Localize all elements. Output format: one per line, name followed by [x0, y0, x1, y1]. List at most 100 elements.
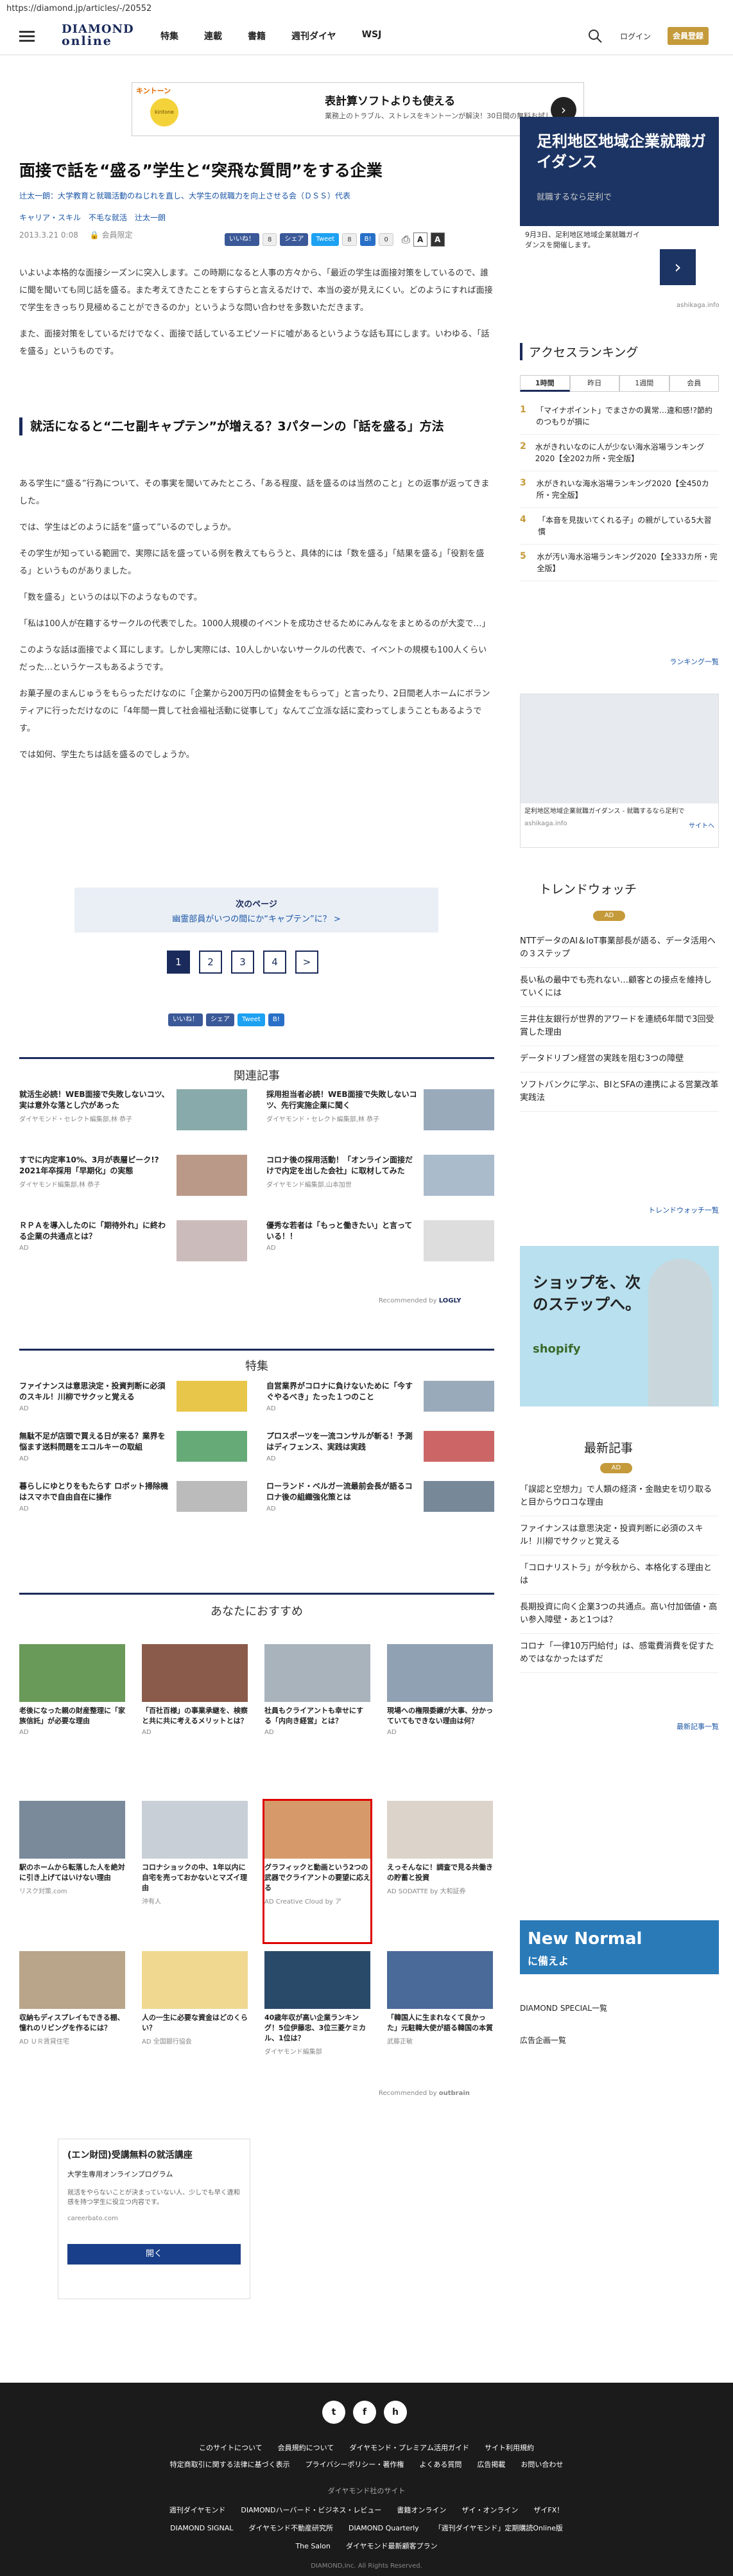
latest-more-link[interactable]: 最新記事一覧	[642, 1721, 719, 1731]
special-title[interactable]: 暮らしにゆとりをもたらす ロボット掃除機はスマホで自由自在に操作	[19, 1481, 171, 1503]
footer-link[interactable]: お問い合わせ	[521, 2460, 563, 2469]
recommend-title[interactable]: 老後になった親の財産整理に「家族信託」が必要な理由	[19, 1706, 125, 1726]
font-size-large-button[interactable]: A	[430, 232, 445, 247]
group-link[interactable]: ダイヤモンド最新顧客プラン	[346, 2542, 438, 2550]
trend-item[interactable]: 長い私の最中でも売れない…顧客との接点を維持していくには	[520, 968, 719, 1007]
diamond-special-link[interactable]: DIAMOND SPECIAL一覧	[520, 2002, 607, 2013]
related-item[interactable]: 優秀な若者は「もっと働きたい」と言っている！！ AD	[266, 1220, 494, 1278]
footer-link[interactable]: ダイヤモンド・プレミアム活用ガイド	[349, 2444, 469, 2452]
register-button[interactable]: 会員登録	[668, 27, 709, 45]
related-title[interactable]: 優秀な若者は「もっと働きたい」と言っている！！	[266, 1220, 418, 1242]
recommend-thumbnail[interactable]	[387, 1644, 493, 1702]
recommend-item[interactable]: 社員もクライアントも幸せにする「内向き経営」とは？ AD	[264, 1644, 370, 1792]
special-thumbnail[interactable]	[424, 1381, 494, 1412]
footer-link[interactable]: このサイトについて	[199, 2444, 263, 2452]
ad-plan-link[interactable]: 広告企画一覧	[520, 2035, 566, 2046]
trend-item[interactable]: NTTデータのAI＆IoT事業部長が語る、データ活用への３ステップ	[520, 929, 719, 968]
trend-item[interactable]: 三井住友銀行が世界的アワードを連続6年間で3回受賞した理由	[520, 1007, 719, 1046]
special-item[interactable]: プロスポーツを一流コンサルが斬る！予測はディフェンス、実践は実践 AD	[266, 1431, 494, 1469]
top-banner-ad[interactable]: キントーン kintone 表計算ソフトよりも使える 業務上のトラブル、ストレス…	[132, 82, 584, 136]
recommend-thumbnail[interactable]	[387, 1801, 493, 1859]
related-item[interactable]: ＲＰＡを導入したのに「期待外れ」に終わる企業の共通点とは？ AD	[19, 1220, 247, 1278]
page-2[interactable]: 2	[199, 951, 222, 974]
recommend-item[interactable]: えっそんなに！調査で見る共働きの貯蓄と投資 AD SODATTE by 大和証券	[387, 1801, 493, 1942]
related-title[interactable]: ＲＰＡを導入したのに「期待外れ」に終わる企業の共通点とは？	[19, 1220, 171, 1242]
page-1[interactable]: 1	[167, 951, 190, 974]
shopify-ad[interactable]: ショップを、次のステップへ。 shopify	[520, 1246, 719, 1406]
recommend-thumbnail[interactable]	[264, 1951, 370, 2009]
font-size-small-button[interactable]: A	[413, 232, 427, 247]
tab-member[interactable]: 会員	[669, 375, 719, 392]
recommend-title[interactable]: 社員もクライアントも幸せにする「内向き経営」とは？	[264, 1706, 370, 1726]
page-4[interactable]: 4	[263, 951, 286, 974]
tweet-button[interactable]: Tweet	[237, 1013, 265, 1026]
rank-title[interactable]: 水が汚い海水浴場ランキング2020【全333カ所・完全版】	[537, 551, 719, 574]
recommend-thumbnail[interactable]	[142, 1951, 248, 2009]
login-link[interactable]: ログイン	[620, 31, 651, 42]
related-title[interactable]: コロナ後の採用活動！「オンライン面接だけで内定を出した会社」に取材してみた	[266, 1155, 418, 1177]
group-link[interactable]: DIAMOND SIGNAL	[170, 2524, 233, 2532]
nav-weekly[interactable]: 週刊ダイヤ	[291, 30, 336, 42]
related-thumbnail[interactable]	[424, 1155, 494, 1196]
facebook-icon[interactable]: f	[353, 2401, 376, 2424]
recommend-title[interactable]: 人の一生に必要な資金はどのくらい？	[142, 2013, 248, 2033]
special-title[interactable]: プロスポーツを一流コンサルが斬る！予測はディフェンス、実践は実践	[266, 1431, 418, 1453]
special-thumbnail[interactable]	[424, 1481, 494, 1512]
facebook-share-button[interactable]: シェア	[206, 1013, 234, 1026]
recommend-item[interactable]: 現場への権限委譲が大事、分かっていてもできない理由は何？ AD	[387, 1644, 493, 1792]
special-title[interactable]: ファイナンスは意思決定・投資判断に必須のスキル！川柳でサクッと覚える	[19, 1381, 171, 1403]
recommend-item[interactable]: 「韓国人に生まれなくて良かった」元駐韓大使が語る韓国の本質 武藤正敏	[387, 1951, 493, 2080]
recommend-item[interactable]: 老後になった親の財産整理に「家族信託」が必要な理由 AD	[19, 1644, 125, 1792]
tab-1hour[interactable]: 1時間	[520, 375, 570, 392]
sidebar-ad-2[interactable]: 足利地区地域企業就職ガイダンス - 就職するなら足利で ashikaga.inf…	[520, 694, 719, 848]
recommend-item[interactable]: コロナショックの中、1年以内に自宅を売っておかないとマズイ理由 沖有人	[142, 1801, 248, 1942]
recommend-thumbnail[interactable]	[19, 1801, 125, 1859]
special-item[interactable]: ローランド・ベルガー流最前会長が語るコロナ後の組織強化策とは AD	[266, 1481, 494, 1520]
ranking-item[interactable]: 2 水がきれいなのに人が少ない海水浴場ランキング2020【全202カ所・完全版】	[520, 435, 719, 471]
author-line[interactable]: 辻太一朗：大学教育と就職活動のねじれを直し、大学生の就職力を向上させる会（ＤＳＳ…	[19, 190, 494, 202]
special-title[interactable]: ローランド・ベルガー流最前会長が語るコロナ後の組織強化策とは	[266, 1481, 418, 1503]
recommend-item[interactable]: グラフィックと動画という2つの武器でクライアントの要望に応える AD Creati…	[263, 1799, 372, 1944]
recommend-title[interactable]: コロナショックの中、1年以内に自宅を売っておかないとマズイ理由	[142, 1862, 248, 1893]
related-item[interactable]: すでに内定率10%、3月が表層ピーク!? 2021年卒採用「早期化」の実態 ダイヤ…	[19, 1155, 247, 1213]
trend-item[interactable]: データドリブン経営の実践を阻む3つの障壁	[520, 1046, 719, 1073]
ranking-item[interactable]: 3 水がきれいな海水浴場ランキング2020【全450カ所・完全版】	[520, 471, 719, 508]
recommend-title[interactable]: 収納もディスプレイもできる棚、憧れのリビングを作るには？	[19, 2013, 125, 2033]
footer-link[interactable]: 会員規約について	[278, 2444, 334, 2452]
new-normal-banner[interactable]: New Normal に備えよ	[520, 1920, 719, 1974]
recommend-item[interactable]: 収納もディスプレイもできる棚、憧れのリビングを作るには？ AD ＵＲ賃貸住宅	[19, 1951, 125, 2080]
search-icon[interactable]	[587, 28, 603, 44]
related-item[interactable]: 採用担当者必読！WEB面接で失敗しないコツ、先行実施企業に聞く ダイヤモンド・セレ…	[266, 1089, 494, 1147]
sidebar-ad-2-link[interactable]: サイトへ	[689, 820, 714, 830]
special-thumbnail[interactable]	[424, 1431, 494, 1462]
related-thumbnail[interactable]	[177, 1155, 247, 1196]
recommend-title[interactable]: えっそんなに！調査で見る共働きの貯蓄と投資	[387, 1862, 493, 1883]
sidebar-ad-arrow[interactable]: ›	[660, 249, 696, 285]
recommend-thumbnail[interactable]	[19, 1951, 125, 2009]
recommend-title[interactable]: グラフィックと動画という2つの武器でクライアントの要望に応える	[264, 1862, 370, 1893]
rank-title[interactable]: 水がきれいなのに人が少ない海水浴場ランキング2020【全202カ所・完全版】	[535, 441, 719, 464]
ranking-item[interactable]: 5 水が汚い海水浴場ランキング2020【全333カ所・完全版】	[520, 545, 719, 581]
group-link[interactable]: 「週刊ダイヤモンド」定期購読Online版	[435, 2524, 563, 2532]
related-title[interactable]: 採用担当者必読！WEB面接で失敗しないコツ、先行実施企業に聞く	[266, 1089, 418, 1111]
article-tags[interactable]: キャリア・スキル 不毛な就活 辻太一朗	[19, 212, 166, 223]
recommend-title[interactable]: 現場への権限委譲が大事、分かっていてもできない理由は何？	[387, 1706, 493, 1726]
tweet-button[interactable]: Tweet	[311, 233, 340, 246]
special-title[interactable]: 自営業界がコロナに負けないために「今すぐやるべき」たった１つのこと	[266, 1381, 418, 1403]
related-thumbnail[interactable]	[177, 1220, 247, 1261]
recommend-thumbnail[interactable]	[142, 1801, 248, 1859]
recommend-item[interactable]: 駅のホームから転落した人を絶対に引き上げてはいけない理由 リスク対策.com	[19, 1801, 125, 1942]
group-link[interactable]: 週刊ダイヤモンド	[169, 2506, 226, 2514]
url-bar[interactable]: https://diamond.jp/articles/-/20552	[0, 0, 733, 17]
recommend-title[interactable]: 「韓国人に生まれなくて良かった」元駐韓大使が語る韓国の本質	[387, 2013, 493, 2033]
special-thumbnail[interactable]	[177, 1481, 247, 1512]
special-thumbnail[interactable]	[177, 1431, 247, 1462]
special-item[interactable]: 自営業界がコロナに負けないために「今すぐやるべき」たった１つのこと AD	[266, 1381, 494, 1419]
recommend-item[interactable]: 40歳年収が高い企業ランキング！5位伊藤忠、3位三菱ケミカル、1位は？ ダイヤモン…	[264, 1951, 370, 2080]
recommend-thumbnail[interactable]	[142, 1644, 248, 1702]
recommend-thumbnail[interactable]	[264, 1644, 370, 1702]
group-link[interactable]: The Salon	[295, 2542, 330, 2550]
related-thumbnail[interactable]	[424, 1220, 494, 1261]
footer-link[interactable]: プライバシーポリシー・著作権	[306, 2460, 404, 2469]
related-thumbnail[interactable]	[424, 1089, 494, 1130]
